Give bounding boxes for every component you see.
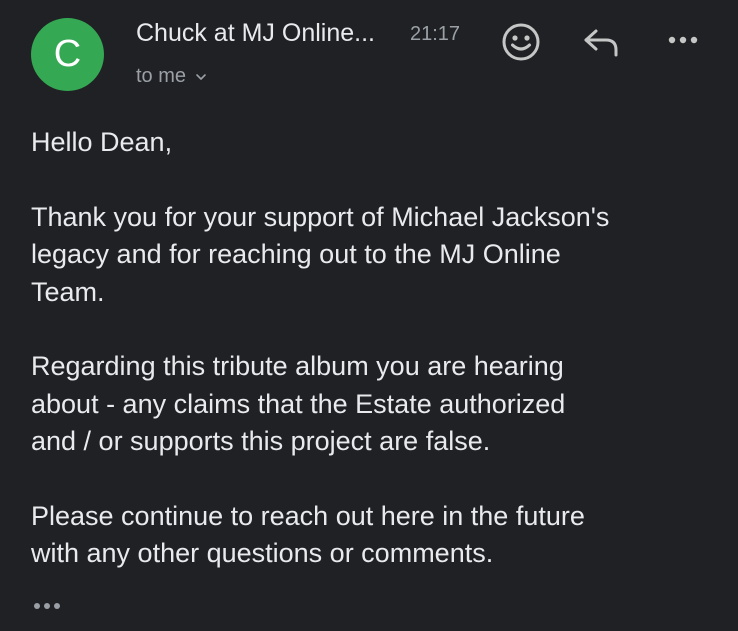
greeting-text: Hello Dean, [31,127,173,157]
reply-arrow-icon[interactable] [582,25,622,59]
email-greeting: Hello Dean, [31,124,721,162]
recipient-label: to me [136,65,187,87]
body-line: and / or supports this project are false… [31,426,491,456]
chevron-down-icon [196,73,206,80]
email-paragraph: Thank you for your support of Michael Ja… [31,199,721,312]
show-trimmed-content-icon[interactable] [31,596,71,616]
more-horizontal-icon[interactable] [664,28,702,52]
body-line: with any other questions or comments. [31,538,494,568]
email-timestamp: 21:17 [410,23,461,45]
email-paragraph: Regarding this tribute album you are hea… [31,348,721,461]
body-line: Team. [31,276,105,307]
body-line: about - any claims that the Estate autho… [31,388,566,419]
sender-name[interactable]: Chuck at MJ Online... [136,19,375,48]
email-paragraph: Please continue to reach out here in the… [31,498,721,573]
sender-avatar[interactable]: C [31,18,104,91]
body-line: Please continue to reach out here in the… [31,500,585,531]
recipient-details-toggle[interactable]: to me [136,65,208,88]
emoji-smile-icon[interactable] [500,21,542,63]
body-line: Thank you for your support of Michael Ja… [31,201,610,232]
email-body: Hello Dean, Thank you for your support o… [31,124,721,573]
body-line: legacy and for reaching out to the MJ On… [31,239,561,269]
body-line: Regarding this tribute album you are hea… [31,351,564,381]
email-header: C Chuck at MJ Online... 21:17 to me [0,0,738,110]
